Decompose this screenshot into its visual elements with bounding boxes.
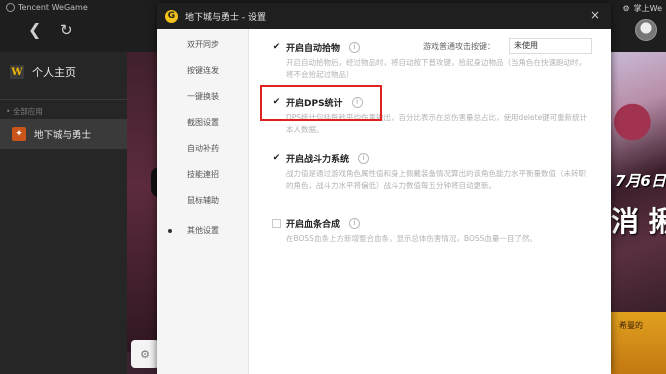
dnf-game-icon: ✦: [12, 127, 26, 141]
banner-date: 7月6日: [615, 172, 666, 190]
highlight-box: [260, 85, 382, 121]
all-apps-label: • 全部应用: [6, 107, 43, 116]
user-short-label[interactable]: 掌上We: [634, 3, 662, 14]
dialog-title: 地下城与勇士 - 设置: [185, 12, 266, 23]
nav-item-auto-potion[interactable]: 自动补药: [157, 141, 249, 157]
nav-item-screenshot[interactable]: 截图设置: [157, 115, 249, 131]
wegame-sidebar: W 个人主页 • 全部应用 ✦ 地下城与勇士: [0, 52, 127, 374]
option-desc: 在BOSS血条上方新增整合血条，显示总体伤害情况，BOSS血量一目了然。: [286, 234, 537, 243]
auto-pickup-checkbox[interactable]: ✔: [272, 42, 281, 52]
app-logo-icon: G: [165, 9, 178, 23]
divider: [0, 99, 127, 100]
close-icon[interactable]: ×: [590, 8, 600, 22]
wegame-logo: Tencent WeGame: [6, 3, 88, 12]
info-icon[interactable]: i: [358, 152, 370, 164]
topbar-right: ⚙ 掌上We: [622, 3, 662, 14]
settings-nav: 双开同步 按键连发 一键换装 截图设置 自动补药 技能連招 鼠标辅助 其他设置: [157, 29, 249, 374]
option-header: 开启血条合成 i: [272, 216, 602, 230]
info-icon[interactable]: i: [349, 41, 361, 53]
wegame-brand-label: Tencent WeGame: [18, 3, 88, 12]
dialog-titlebar: G 地下城与勇士 - 设置 ×: [157, 3, 611, 29]
back-arrow-icon[interactable]: ❮: [28, 22, 41, 38]
option-hp-bar-merge: 开启血条合成 i 在BOSS血条上方新增整合血条，显示总体伤害情况，BOSS血量…: [272, 216, 602, 245]
option-desc: 开启自动拾物后，经过物品时，将自动按下普攻键，拾起身边物品（当角色在快速跑动时，…: [286, 58, 586, 79]
nav-item-dual-sync[interactable]: 双开同步: [157, 37, 249, 53]
nav-item-mouse-assist[interactable]: 鼠标辅助: [157, 193, 249, 209]
hp-bar-merge-checkbox[interactable]: [272, 218, 281, 228]
combat-power-checkbox[interactable]: ✔: [272, 153, 281, 163]
option-header: ✔ 开启战斗力系统 i: [272, 151, 602, 165]
option-combat-power: ✔ 开启战斗力系统 i 战力值是通过游戏角色属性值和身上佩戴装备情况算出的该角色…: [272, 151, 602, 192]
refresh-icon[interactable]: ↻: [60, 22, 73, 38]
nav-item-key-repeat[interactable]: 按键连发: [157, 63, 249, 79]
attack-key-input[interactable]: 未使用: [509, 38, 592, 54]
sidebar-item-home[interactable]: W 个人主页: [10, 64, 76, 80]
banner-title: 消 揪: [611, 205, 666, 238]
avatar[interactable]: [635, 19, 657, 41]
option-title[interactable]: 开启自动拾物: [286, 41, 340, 54]
banner-art-detail: [610, 92, 666, 152]
info-icon[interactable]: i: [349, 217, 361, 229]
w-logo-icon: W: [10, 65, 24, 79]
nav-item-other-settings[interactable]: 其他设置: [157, 223, 249, 239]
nav-item-skill-combo[interactable]: 技能連招: [157, 167, 249, 183]
chat-settings-icon[interactable]: ⚙: [131, 340, 159, 368]
dot-icon: •: [6, 107, 13, 116]
option-title[interactable]: 开启战斗力系统: [286, 152, 349, 165]
wegame-logo-icon: [6, 3, 15, 12]
banner-footer-text: 希曼的: [619, 321, 643, 330]
settings-dialog: G 地下城与勇士 - 设置 × 双开同步 按键连发 一键换装 截图设置 自动补药…: [157, 3, 611, 374]
sidebar-item-dnf-label: 地下城与勇士: [34, 130, 92, 141]
nav-item-quick-swap[interactable]: 一键换装: [157, 89, 249, 105]
banner-left-art: [127, 52, 163, 352]
sidebar-item-home-label: 个人主页: [32, 66, 76, 79]
gear-icon[interactable]: ⚙: [622, 4, 629, 13]
sidebar-item-dnf[interactable]: ✦ 地下城与勇士: [0, 119, 127, 149]
option-desc: 战力值是通过游戏角色属性值和身上佩戴装备情况算出的该角色能力水平衡量数值（未转职…: [286, 169, 586, 190]
option-title[interactable]: 开启血条合成: [286, 217, 340, 230]
attack-key-label: 游戏普通攻击按键：: [423, 42, 495, 51]
